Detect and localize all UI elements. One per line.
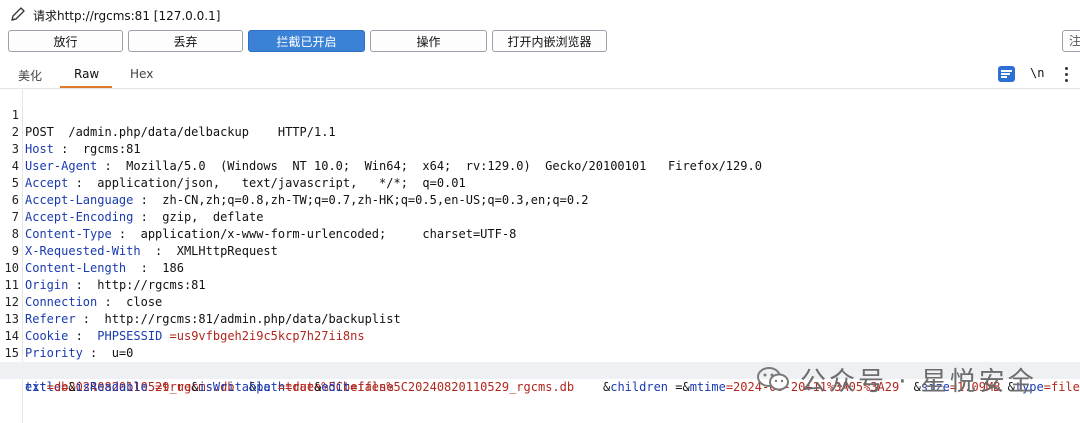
- param-value: =false: [350, 380, 394, 394]
- header-line: 7 Content-Type : application/x-www-form-…: [0, 192, 1080, 241]
- more-menu-icon[interactable]: [1062, 64, 1072, 84]
- body-line: 16 title=20240820110529_rgcms.db &path=d…: [0, 345, 1080, 394]
- open-browser-button[interactable]: 打开内嵌浏览器: [492, 30, 607, 52]
- wechat-watermark: 公众号 · 星悦安全: [756, 362, 1037, 397]
- header-line: 5 Accept-Language : zh-CN,zh;q=0.8,zh-TW…: [0, 158, 1080, 207]
- header-line: 13 Cookie : PHPSESSID =us9vfbgeh2i9c5kcp…: [0, 294, 1080, 343]
- wechat-icon: [757, 367, 789, 391]
- header-line: 11 Connection : close: [0, 260, 1080, 309]
- drop-button[interactable]: 丢弃: [128, 30, 243, 52]
- action-button[interactable]: 操作: [370, 30, 487, 52]
- param-name: isReadable: [75, 380, 148, 394]
- param-separator: &: [574, 380, 611, 394]
- param-separator: &: [68, 380, 76, 394]
- header-line: 4 Accept : application/json, text/javasc…: [0, 141, 1080, 190]
- intercept-toggle-button[interactable]: 拦截已开启: [248, 30, 365, 52]
- param-value: =db: [46, 380, 69, 394]
- param-value: =true: [147, 380, 192, 394]
- header-line: 12 Referer : http://rgcms:81/admin.php/d…: [0, 277, 1080, 326]
- tab-pretty[interactable]: 美化: [18, 67, 42, 84]
- tab-raw[interactable]: Raw: [74, 67, 99, 81]
- header-line: 6 Accept-Encoding : gzip, deflate: [0, 175, 1080, 224]
- param-name: edit: [321, 380, 351, 394]
- param-name: isWritable: [198, 380, 271, 394]
- word-wrap-icon[interactable]: [998, 66, 1015, 82]
- header-line: 8 X-Requested-With : XMLHttpRequest: [0, 209, 1080, 258]
- request-title-bar: 请求http://rgcms:81 [127.0.0.1]: [0, 0, 1080, 28]
- intercept-toolbar: 放行 丢弃 拦截已开启 操作 打开内嵌浏览器: [0, 30, 1080, 54]
- comment-field[interactable]: 注: [1062, 30, 1080, 52]
- request-line: 1 POST /admin.php/data/delbackup HTTP/1.…: [0, 90, 1080, 139]
- param-name: ext: [25, 380, 47, 394]
- header-line: 9 Content-Length : 186: [0, 226, 1080, 275]
- header-line: 2 Host : rgcms:81: [0, 107, 1080, 156]
- param-value: =file: [1043, 380, 1080, 394]
- view-tabs: 美化 Raw Hex: [0, 63, 1080, 87]
- blank-line: 15: [0, 328, 1080, 360]
- header-line: 3 User-Agent : Mozilla/5.0 (Windows NT 1…: [0, 124, 1080, 173]
- param-value: =true: [270, 380, 315, 394]
- forward-button[interactable]: 放行: [8, 30, 123, 52]
- show-newlines-button[interactable]: \n: [1030, 66, 1044, 80]
- param-name: mtime: [689, 380, 726, 394]
- param-value: =&: [668, 380, 690, 394]
- watermark-text: 公众号 · 星悦安全: [800, 366, 1037, 397]
- header-line: 10 Origin : http://rgcms:81: [0, 243, 1080, 292]
- request-title: 请求http://rgcms:81 [127.0.0.1]: [33, 9, 221, 23]
- pencil-icon: [11, 7, 25, 21]
- tab-hex[interactable]: Hex: [130, 67, 153, 81]
- header-line: 14 Priority : u=0: [0, 311, 1080, 360]
- param-name: children: [610, 380, 669, 394]
